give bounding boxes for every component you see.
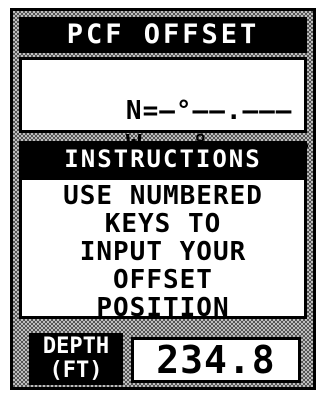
depth-label: DEPTH (FT) [29,333,123,385]
instructions-panel: USE NUMBERED KEYS TO INPUT YOUR OFFSET P… [19,177,307,323]
offset-coordinates-panel: N=–°––.––– W–––°––.––– [19,57,308,160]
instruction-line: OFFSET [113,265,213,295]
depth-unit-label: (FT) [49,358,103,383]
instruction-line: USE NUMBERED [63,181,263,211]
depth-readout: 234.8 [131,337,301,383]
west-offset-row[interactable]: W–––°––.––– [26,97,308,160]
north-offset-row[interactable]: N=–°––.––– [26,63,302,126]
instruction-line: KEYS TO [104,209,222,239]
depth-label-line: DEPTH [42,334,110,359]
instruction-line: INPUT YOUR [79,237,247,267]
instruction-line: POSITION [96,293,230,323]
pcf-offset-title: PCF OFFSET [19,17,307,53]
instructions-title: INSTRUCTIONS [19,141,307,177]
sonar-display-screen: PCF OFFSET N=–°––.––– W–––°––.––– INSTRU… [10,8,316,390]
